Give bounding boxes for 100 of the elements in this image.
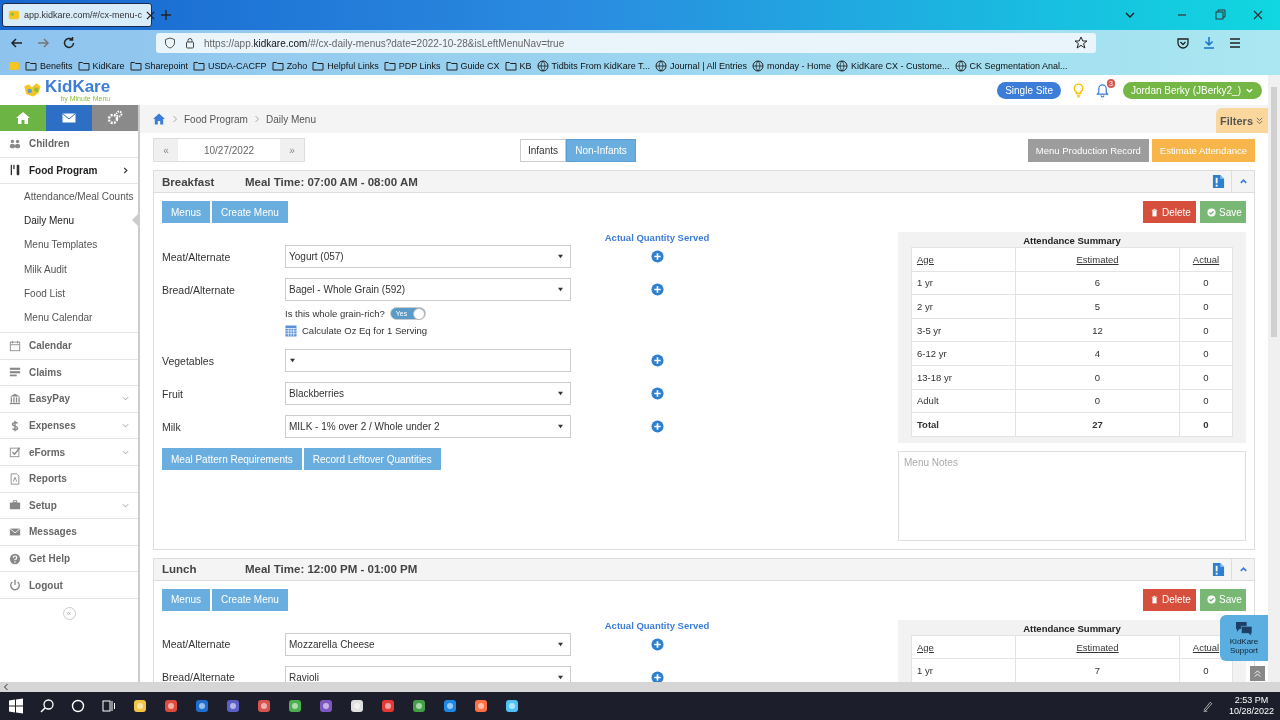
food-select[interactable]: MILK - 1% over 2 / Whole under 2 — [285, 415, 571, 438]
add-icon[interactable] — [650, 354, 664, 367]
column-header[interactable]: Age — [917, 641, 934, 653]
horizontal-scrollbar[interactable] — [0, 682, 1280, 692]
food-select[interactable]: Mozzarella Cheese — [285, 632, 571, 656]
support-chat-button[interactable]: KidKare Support — [1220, 615, 1268, 661]
sidebar-item[interactable]: Messages — [0, 519, 138, 546]
sidebar-item[interactable]: Reports — [0, 465, 138, 493]
app-icon[interactable] — [380, 698, 396, 714]
bookmark[interactable]: Sharepoint — [129, 59, 189, 72]
bookmark[interactable]: KB — [504, 59, 532, 72]
home-button[interactable] — [0, 105, 46, 131]
app-icon[interactable] — [411, 698, 427, 714]
column-header[interactable]: Estimated — [1076, 641, 1119, 653]
meal-name: Lunch — [162, 563, 198, 576]
close-icon[interactable] — [146, 10, 156, 20]
add-icon[interactable] — [650, 420, 664, 433]
new-tab-icon[interactable] — [160, 9, 172, 21]
bell-icon[interactable] — [1095, 82, 1109, 98]
calculator-icon[interactable] — [285, 324, 297, 337]
sidebar-item[interactable]: Claims — [0, 359, 138, 387]
app-icon[interactable] — [349, 698, 365, 714]
browser-tab[interactable]: app.kidkare.com/#/cx-menu-c — [2, 3, 152, 27]
meal-type-tab[interactable]: Infants — [520, 138, 567, 162]
sidebar-item[interactable]: eForms — [0, 439, 138, 466]
sidebar-item[interactable]: Expenses — [0, 412, 138, 440]
food-select[interactable]: Bagel - Whole Grain (592) — [285, 278, 571, 301]
food-select[interactable]: Blackberries — [285, 382, 571, 405]
back-icon[interactable] — [10, 36, 24, 50]
circle-icon[interactable] — [70, 698, 86, 714]
document-alert-icon[interactable] — [1212, 174, 1225, 189]
sidebar-item[interactable]: Calendar — [0, 332, 138, 360]
vertical-scrollbar[interactable] — [1268, 75, 1280, 682]
sidebar-item[interactable]: Logout — [0, 572, 138, 599]
calculate-link[interactable]: Calculate Oz Eq for 1 Serving — [302, 325, 428, 336]
filters-button[interactable]: Filters — [1216, 108, 1268, 133]
star-icon[interactable] — [1074, 36, 1088, 50]
reload-icon[interactable] — [62, 36, 76, 50]
app-icon[interactable] — [225, 698, 241, 714]
app-icon[interactable] — [287, 698, 303, 714]
submenu-item[interactable]: Attendance/Meal Counts — [24, 184, 138, 209]
bookmark[interactable]: PDP Links — [383, 59, 441, 72]
collapse-icon[interactable] — [1239, 177, 1248, 186]
bookmark[interactable]: KidKare CX - Custome... — [836, 59, 950, 72]
food-select[interactable]: Yogurt (057) — [285, 245, 571, 268]
address-field[interactable]: https://app.kidkare.com/#/cx-daily-menus?date=2022-10-28&isLeftMenuNav=true — [156, 33, 1096, 53]
sidebar-item[interactable]: Children — [0, 131, 138, 158]
bookmark[interactable]: monday - Home — [752, 59, 831, 72]
app-icon[interactable] — [163, 698, 179, 714]
home-icon[interactable] — [152, 112, 166, 126]
bookmark[interactable]: CK Segmentation Anal... — [954, 59, 1068, 72]
app-icon[interactable] — [473, 698, 489, 714]
pen-icon[interactable] — [1201, 700, 1214, 712]
app-icon[interactable] — [194, 698, 210, 714]
bookmark[interactable]: Journal | All Entries — [655, 59, 747, 72]
settings-button[interactable] — [92, 105, 138, 131]
submenu-item[interactable]: Milk Audit — [24, 257, 138, 282]
restore-icon[interactable] — [1214, 9, 1226, 21]
breadcrumb-link[interactable]: Daily Menu — [265, 113, 316, 125]
single-site-button[interactable]: Single Site — [997, 81, 1061, 99]
delete-button[interactable]: Delete — [1143, 588, 1196, 611]
bookmark[interactable]: Benefits — [25, 59, 73, 72]
add-icon[interactable] — [650, 250, 664, 263]
delete-button[interactable]: Delete — [1143, 201, 1196, 223]
add-icon[interactable] — [650, 387, 664, 400]
column-header[interactable]: Age — [917, 253, 934, 265]
sidebar-item[interactable]: Food Program — [0, 157, 138, 185]
meal-time: Meal Time: 12:00 PM - 01:00 PM — [245, 563, 418, 576]
add-icon[interactable] — [650, 283, 664, 296]
app-icon[interactable] — [256, 698, 272, 714]
app-icon[interactable] — [132, 698, 148, 714]
app-icon[interactable] — [442, 698, 458, 714]
submenu-item[interactable]: Menu Templates — [24, 232, 138, 258]
sidebar-item[interactable]: Get Help — [0, 545, 138, 573]
close-icon[interactable] — [1252, 9, 1264, 21]
windows-logo-icon[interactable] — [8, 698, 24, 714]
add-icon[interactable] — [650, 637, 664, 651]
collapse-icon[interactable] — [1239, 564, 1248, 574]
sidebar-item[interactable]: EasyPay — [0, 386, 138, 413]
menu-icon[interactable] — [1228, 36, 1242, 50]
download-icon[interactable] — [1202, 36, 1216, 50]
task-view-icon[interactable] — [101, 698, 117, 714]
app-icon[interactable] — [504, 698, 520, 714]
bookmark[interactable]: Zoho — [271, 59, 308, 72]
bookmark[interactable]: USDA-CACFP — [193, 59, 267, 72]
submenu-item[interactable]: Menu Calendar — [24, 305, 138, 330]
menu-notes-field[interactable]: Menu Notes — [898, 450, 1246, 541]
breadcrumb-link[interactable]: Food Program — [184, 113, 248, 125]
bookmark[interactable]: KidKare — [77, 59, 125, 72]
search-icon[interactable] — [39, 698, 55, 714]
bookmark[interactable]: Helpful Links — [312, 59, 379, 72]
submenu-item[interactable]: Food List — [24, 281, 138, 306]
pocket-icon[interactable] — [1176, 36, 1190, 50]
mail-button[interactable] — [46, 105, 92, 131]
bookmark[interactable]: Guide CX — [445, 59, 500, 72]
app-icon[interactable] — [318, 698, 334, 714]
sidebar-item[interactable]: Setup — [0, 492, 138, 520]
bookmark[interactable]: Tidbits From KidKare T... — [536, 59, 651, 72]
column-header[interactable]: Estimated — [1076, 253, 1119, 265]
document-alert-icon[interactable] — [1212, 561, 1225, 577]
